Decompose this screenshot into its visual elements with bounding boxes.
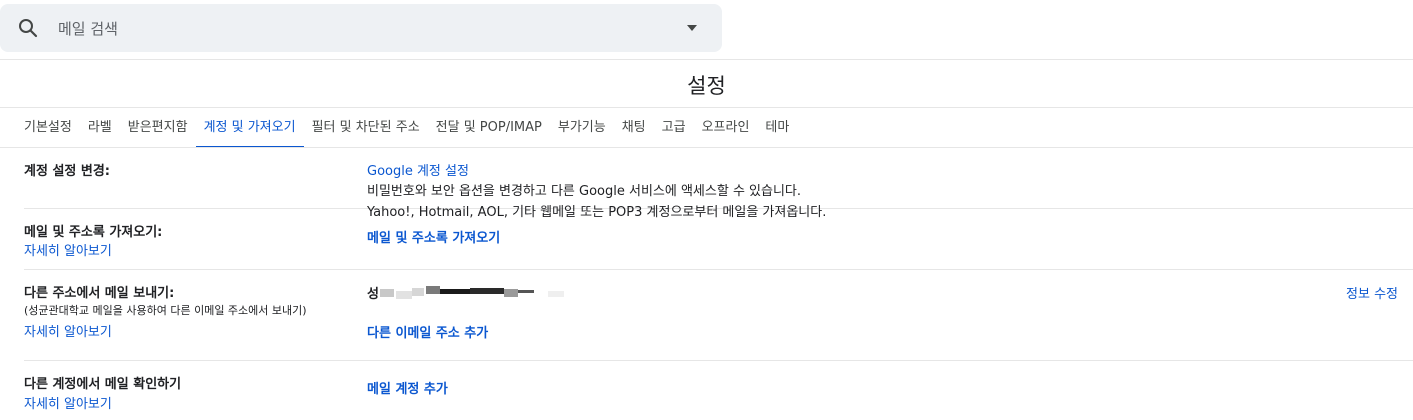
page-title: 설정	[687, 74, 726, 98]
tab-labels[interactable]: 라벨	[80, 108, 120, 148]
add-email-address-link[interactable]: 다른 이메일 주소 추가	[367, 322, 488, 341]
section-divider	[24, 269, 1413, 270]
tab-general[interactable]: 기본설정	[16, 108, 80, 148]
import-learn-more-link[interactable]: 자세히 알아보기	[24, 240, 112, 259]
edit-info-link[interactable]: 정보 수정	[1346, 283, 1398, 302]
send-as-sublabel: (성균관대학교 메일을 사용하여 다른 이메일 주소에서 보내기)	[24, 304, 307, 317]
tab-advanced[interactable]: 고급	[654, 108, 694, 148]
tab-addons[interactable]: 부가기능	[550, 108, 614, 148]
import-description: Yahoo!, Hotmail, AOL, 기타 웹메일 또는 POP3 계정으…	[367, 205, 827, 220]
tab-inbox[interactable]: 받은편지함	[120, 108, 196, 148]
change-account-label: 계정 설정 변경:	[24, 164, 111, 179]
email-prefix: 성	[367, 287, 379, 302]
import-mail-contacts-link[interactable]: 메일 및 주소록 가져오기	[367, 227, 500, 246]
header-divider	[0, 59, 1413, 60]
change-account-description: 비밀번호와 보안 옵션을 변경하고 다른 Google 서비스에 액세스할 수 …	[367, 184, 802, 199]
send-as-email-address: 성	[367, 283, 379, 302]
search-input[interactable]	[56, 14, 660, 44]
send-as-learn-more-link[interactable]: 자세히 알아보기	[24, 321, 112, 340]
tab-forwarding[interactable]: 전달 및 POP/IMAP	[428, 108, 550, 148]
add-mail-account-link[interactable]: 메일 계정 추가	[367, 378, 448, 397]
tab-filters[interactable]: 필터 및 차단된 주소	[304, 108, 428, 148]
search-icon[interactable]	[16, 16, 40, 40]
check-mail-learn-more-link[interactable]: 자세히 알아보기	[24, 393, 112, 412]
tab-offline[interactable]: 오프라인	[694, 108, 758, 148]
settings-tabs: 기본설정 라벨 받은편지함 계정 및 가져오기 필터 및 차단된 주소 전달 및…	[16, 108, 797, 148]
import-label: 메일 및 주소록 가져오기:	[24, 225, 163, 240]
check-mail-label: 다른 계정에서 메일 확인하기	[24, 377, 182, 392]
google-account-settings-link[interactable]: Google 계정 설정	[367, 160, 469, 179]
tab-chat[interactable]: 채팅	[614, 108, 654, 148]
search-bar[interactable]	[0, 4, 722, 52]
send-as-label: 다른 주소에서 메일 보내기:	[24, 286, 175, 301]
tab-themes[interactable]: 테마	[757, 108, 797, 148]
tab-accounts-import[interactable]: 계정 및 가져오기	[195, 108, 304, 148]
chevron-down-icon[interactable]	[686, 23, 698, 33]
tabs-divider	[0, 147, 1413, 148]
section-divider	[24, 360, 1413, 361]
